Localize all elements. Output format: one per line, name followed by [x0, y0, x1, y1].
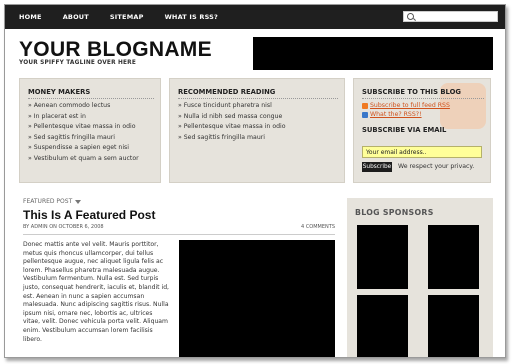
list-item[interactable]: » Pellentesque vitae massa in odio	[178, 122, 286, 133]
search-icon[interactable]	[407, 13, 414, 20]
recommended-reading-list: » Fusce tincidunt pharetra nisl » Nulla …	[178, 101, 286, 143]
sponsor-ad[interactable]	[428, 225, 479, 289]
list-item[interactable]: » Sed sagittis fringilla mauri	[28, 133, 139, 144]
rss-feed-icon[interactable]	[362, 103, 368, 109]
featured-label-text: FEATURED POST	[23, 198, 73, 205]
list-item[interactable]: » In placerat est in	[28, 112, 139, 123]
money-makers-box: MONEY MAKERS » Aenean commodo lectus » I…	[19, 78, 161, 183]
full-feed-link[interactable]: Subscribe to full feed RSS	[370, 101, 450, 110]
chevron-down-icon	[75, 199, 82, 204]
comments-link[interactable]: 4 COMMENTS	[301, 224, 335, 230]
subscribe-title: SUBSCRIBE TO THIS BLOG	[362, 88, 461, 96]
divider	[28, 98, 154, 99]
subscribe-email-title: SUBSCRIBE VIA EMAIL	[362, 126, 447, 134]
post-byline: BY ADMIN ON OCTOBER 6, 2008	[23, 224, 104, 230]
post-title[interactable]: This Is A Featured Post	[23, 208, 155, 222]
search-input[interactable]	[403, 11, 498, 22]
subscribe-button[interactable]: Subscribe	[362, 162, 392, 172]
recommended-reading-box: RECOMMENDED READING » Fusce tincidunt ph…	[169, 78, 345, 183]
sidebar: BLOG SPONSORS	[347, 198, 493, 357]
post-image[interactable]	[179, 240, 335, 357]
browser-page: HOME ABOUT SITEMAP WHAT IS RSS? YOUR BLO…	[4, 4, 506, 358]
featured-post-label[interactable]: FEATURED POST	[23, 198, 82, 205]
nav-item-about[interactable]: ABOUT	[63, 5, 89, 29]
blog-sponsors-title: BLOG SPONSORS	[355, 208, 434, 217]
header-ad-banner[interactable]	[253, 37, 493, 70]
list-item[interactable]: » Vestibulum et quam a sem auctor	[28, 154, 139, 165]
nav-item-what-is-rss[interactable]: WHAT IS RSS?	[165, 5, 218, 29]
email-field[interactable]: Your email address..	[362, 146, 482, 158]
list-item[interactable]: » Fusce tincidunt pharetra nisl	[178, 101, 286, 112]
main-content: FEATURED POST This Is A Featured Post BY…	[19, 192, 339, 357]
divider	[178, 98, 338, 99]
blog-tagline: YOUR SPIFFY TAGLINE OVER HERE	[19, 60, 136, 66]
money-makers-title: MONEY MAKERS	[28, 88, 91, 96]
list-item[interactable]: » Nulla id nibh sed massa congue	[178, 112, 286, 123]
nav-item-home[interactable]: HOME	[19, 5, 42, 29]
blog-name[interactable]: YOUR BLOGNAME	[19, 38, 212, 62]
divider	[362, 98, 484, 99]
features-area: MONEY MAKERS » Aenean commodo lectus » I…	[19, 78, 491, 183]
privacy-note: We respect your privacy.	[398, 163, 475, 170]
help-icon[interactable]	[362, 112, 368, 118]
list-item[interactable]: » Pellentesque vitae massa in odio	[28, 122, 139, 133]
list-item[interactable]: » Aenean commodo lectus	[28, 101, 139, 112]
main-nav: HOME ABOUT SITEMAP WHAT IS RSS?	[19, 5, 239, 29]
post-excerpt: Donec mattis ante vel velit. Mauris port…	[23, 241, 169, 343]
money-makers-list: » Aenean commodo lectus » In placerat es…	[28, 101, 139, 164]
list-item[interactable]: » Suspendisse a sapien eget nisi	[28, 143, 139, 154]
top-navigation-bar: HOME ABOUT SITEMAP WHAT IS RSS?	[5, 5, 505, 29]
list-item[interactable]: » Sed sagittis fringilla mauri	[178, 133, 286, 144]
subscribe-box: SUBSCRIBE TO THIS BLOG Subscribe to full…	[353, 78, 491, 183]
nav-item-sitemap[interactable]: SITEMAP	[110, 5, 144, 29]
recommended-reading-title: RECOMMENDED READING	[178, 88, 276, 96]
sponsor-ad[interactable]	[428, 295, 479, 357]
sponsor-ad[interactable]	[357, 225, 408, 289]
sponsor-ad[interactable]	[357, 295, 408, 357]
what-is-rss-link[interactable]: What the? RSS?!	[370, 110, 422, 119]
post-meta: BY ADMIN ON OCTOBER 6, 2008 4 COMMENTS	[23, 224, 335, 235]
